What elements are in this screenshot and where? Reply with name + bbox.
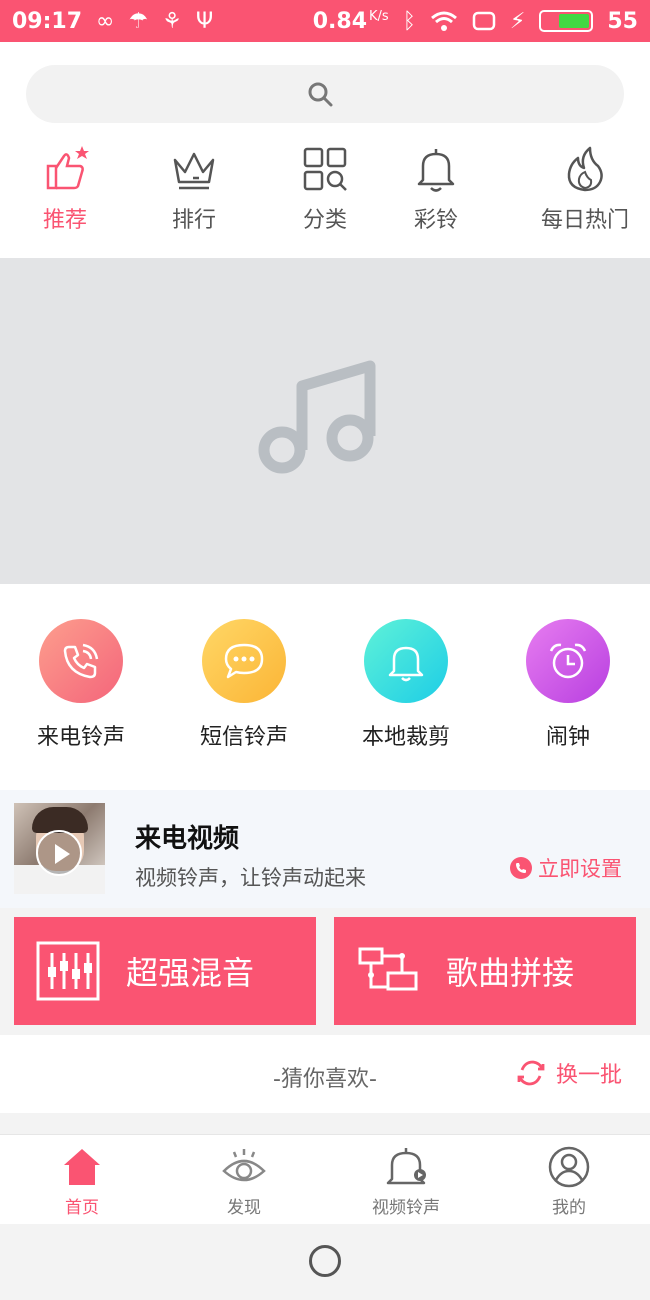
refresh-label: 换一批 xyxy=(555,1063,622,1088)
tab-label: 发现 xyxy=(227,1198,261,1218)
call-ringtone-button[interactable]: 来电铃声 xyxy=(1,619,161,751)
set-now-button[interactable]: 立即设置 xyxy=(510,853,622,883)
alarm-clock-icon xyxy=(549,643,587,679)
infinity-icon: ∞ xyxy=(96,8,115,34)
home-button[interactable] xyxy=(309,1245,341,1277)
refresh-button[interactable]: 换一批 xyxy=(516,1057,622,1089)
eye-icon xyxy=(222,1149,266,1182)
nav-label: 排行 xyxy=(171,208,216,233)
tab-home[interactable]: 首页 xyxy=(12,1145,152,1218)
call-ringtone-label: 来电铃声 xyxy=(36,725,125,750)
alarm-label: 闹钟 xyxy=(545,725,590,750)
bluetooth-icon: ᛒ xyxy=(402,8,416,34)
umbrella-icon: ☂ xyxy=(128,8,149,34)
nav-category[interactable]: 分类 xyxy=(265,144,385,234)
search-bar[interactable] xyxy=(26,65,624,123)
phone-ring-icon xyxy=(63,643,99,679)
wifi-icon xyxy=(430,11,457,31)
nav-daily-hot[interactable]: 每日热门 xyxy=(525,144,645,234)
music-note-icon xyxy=(258,360,376,474)
battery-icon xyxy=(539,10,594,32)
flame-icon xyxy=(567,146,603,192)
home-icon xyxy=(64,1149,100,1185)
tab-label: 我的 xyxy=(552,1198,586,1218)
set-now-label: 立即设置 xyxy=(538,857,622,881)
video-promo-subtitle: 视频铃声，让铃声动起来 xyxy=(135,866,366,890)
nav-recommend[interactable]: 推荐 xyxy=(5,144,125,234)
sim-icon xyxy=(472,11,496,31)
tab-discover[interactable]: 发现 xyxy=(174,1145,314,1218)
bell-video-icon xyxy=(386,1148,426,1185)
mix-button[interactable]: 超强混音 xyxy=(14,917,316,1025)
mixer-icon xyxy=(36,941,100,1001)
play-icon xyxy=(36,830,82,876)
nav-label: 分类 xyxy=(302,208,347,233)
banner[interactable] xyxy=(0,258,650,584)
tab-mine[interactable]: 我的 xyxy=(499,1145,639,1218)
network-speed: 0.84 K/s xyxy=(312,8,389,34)
nav-label: 每日热门 xyxy=(540,208,629,233)
tab-label: 首页 xyxy=(65,1198,99,1218)
status-bar: 09:17 ∞ ☂ ⚘ Ψ 0.84 K/s ᛒ ⚡ 55 xyxy=(0,0,650,42)
bell-icon xyxy=(417,149,455,192)
sms-ringtone-button[interactable]: 短信铃声 xyxy=(164,619,324,751)
bottom-nav: 首页 发现 视频铃声 我的 xyxy=(0,1134,650,1224)
nav-label: 推荐 xyxy=(42,208,87,233)
grid-search-icon xyxy=(303,147,347,191)
guess-section: -猜你喜欢- 换一批 xyxy=(0,1035,650,1113)
sms-ringtone-label: 短信铃声 xyxy=(199,725,288,750)
local-trim-label: 本地裁剪 xyxy=(361,725,450,750)
system-nav-bar xyxy=(0,1224,650,1300)
search-icon xyxy=(308,82,333,107)
video-promo[interactable]: 来电视频 视频铃声，让铃声动起来 立即设置 xyxy=(0,790,650,908)
message-icon xyxy=(224,643,264,679)
video-thumbnail[interactable] xyxy=(14,803,105,894)
quick-functions: 来电铃声 短信铃声 本地裁剪 闹钟 xyxy=(0,584,650,790)
splice-icon xyxy=(358,947,418,991)
alarm-button[interactable]: 闹钟 xyxy=(488,619,648,751)
header: 推荐 排行 分类 彩铃 每日热门 xyxy=(0,42,650,258)
nav-ringback[interactable]: 彩铃 xyxy=(376,144,496,234)
usb-icon: Ψ xyxy=(195,8,214,34)
user-icon xyxy=(548,1146,590,1188)
battery-level: 55 xyxy=(607,8,638,34)
crown-icon xyxy=(173,152,215,190)
mix-label: 超强混音 xyxy=(126,954,255,992)
tab-video-ringtone[interactable]: 视频铃声 xyxy=(336,1145,476,1218)
local-trim-button[interactable]: 本地裁剪 xyxy=(326,619,486,751)
charging-icon: ⚡ xyxy=(509,8,526,34)
nav-ranking[interactable]: 排行 xyxy=(134,144,254,234)
splice-label: 歌曲拼接 xyxy=(446,954,575,992)
clock: 09:17 xyxy=(12,8,83,34)
video-promo-title: 来电视频 xyxy=(135,824,240,854)
refresh-icon xyxy=(517,1060,545,1086)
phone-icon xyxy=(510,857,532,879)
category-nav: 推荐 排行 分类 彩铃 每日热门 xyxy=(0,144,650,244)
share-hub-icon: ⚘ xyxy=(162,8,182,34)
bell-icon xyxy=(388,646,424,682)
thumbs-up-icon xyxy=(46,146,89,190)
splice-button[interactable]: 歌曲拼接 xyxy=(334,917,636,1025)
tab-label: 视频铃声 xyxy=(372,1198,440,1218)
nav-label: 彩铃 xyxy=(413,208,458,233)
